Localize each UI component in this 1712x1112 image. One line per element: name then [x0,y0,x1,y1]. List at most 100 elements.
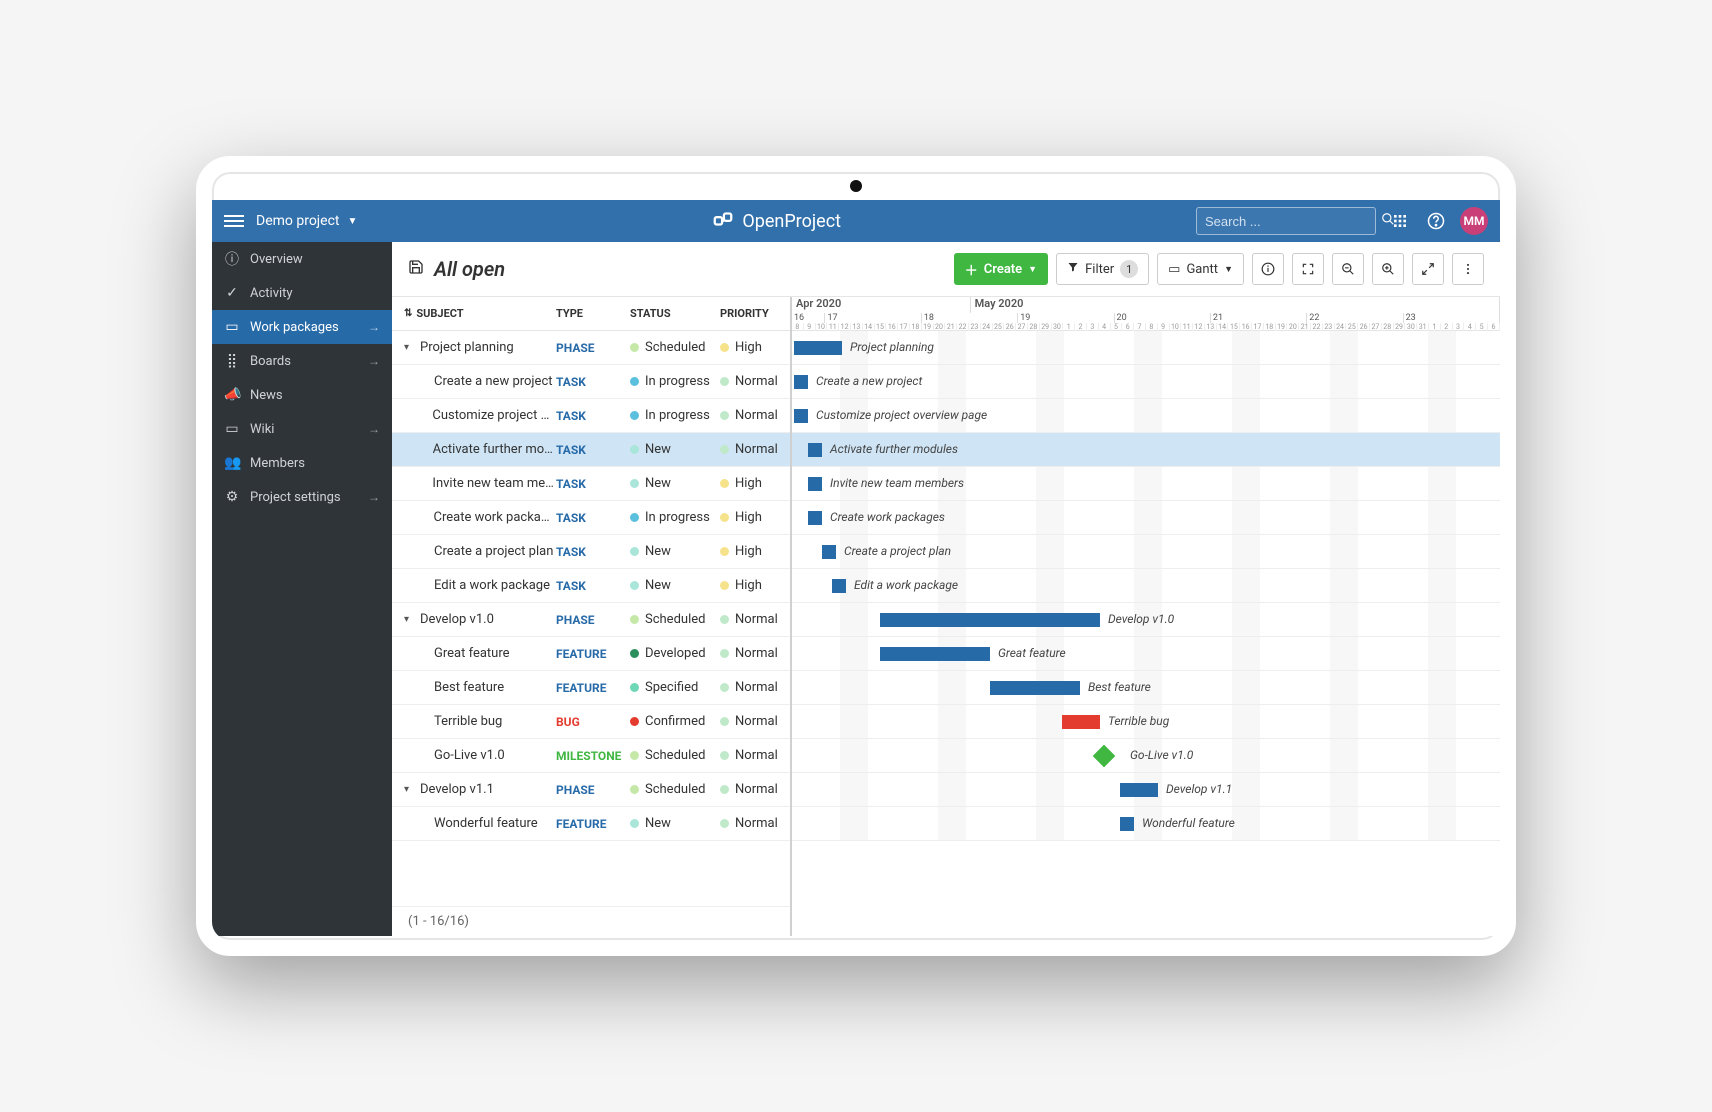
table-row[interactable]: Create a project plan TASK New High [392,535,790,569]
gantt-row[interactable]: Go-Live v1.0 [792,739,1500,773]
create-label: Create [984,262,1022,277]
expand-caret-icon[interactable]: ▾ [404,614,414,625]
table-row[interactable]: Wonderful feature FEATURE New Normal [392,807,790,841]
gantt-row[interactable]: Create a new project [792,365,1500,399]
expand-caret-icon[interactable]: ▾ [404,784,414,795]
zoom-in-button[interactable] [1372,253,1404,285]
gantt-bar[interactable] [1120,817,1134,831]
priority-text: Normal [735,612,778,627]
gantt-row[interactable]: Invite new team members [792,467,1500,501]
gantt-row[interactable]: Develop v1.1 [792,773,1500,807]
help-icon[interactable] [1424,209,1448,233]
table-row[interactable]: Customize project overv… TASK In progres… [392,399,790,433]
gantt-day-label: 12 [1193,323,1205,331]
table-row[interactable]: Invite new team membe… TASK New High [392,467,790,501]
priority-dot-icon [720,615,729,624]
gantt-bar[interactable] [1062,715,1100,729]
gantt-bar[interactable] [808,511,822,525]
sidebar-item-boards[interactable]: ⣿ Boards → [212,344,392,378]
more-menu-button[interactable] [1452,253,1484,285]
gantt-bar[interactable] [808,443,822,457]
col-priority[interactable]: PRIORITY [720,307,784,320]
sidebar-item-news[interactable]: 📣 News [212,378,392,412]
gantt-row[interactable]: Create work packages [792,501,1500,535]
expand-caret-icon[interactable]: ▾ [404,342,414,353]
status-cell: Confirmed [630,714,720,729]
chevron-right-icon: → [368,354,380,368]
gantt-day-label: 26 [1004,323,1016,331]
table-row[interactable]: Best feature FEATURE Specified Normal [392,671,790,705]
gantt-bar[interactable] [990,681,1080,695]
gantt-row[interactable]: Edit a work package [792,569,1500,603]
project-selector[interactable]: Demo project ▼ [256,213,357,229]
filter-button[interactable]: Filter 1 [1056,253,1149,285]
col-status[interactable]: STATUS [630,307,720,320]
subject-text: Develop v1.0 [420,612,494,627]
status-cell: New [630,578,720,593]
gantt-row[interactable]: Develop v1.0 [792,603,1500,637]
col-subject[interactable]: ⇅ SUBJECT [396,307,556,320]
gantt-bar[interactable] [794,375,808,389]
gantt-row[interactable]: Terrible bug [792,705,1500,739]
status-dot-icon [630,717,639,726]
gantt-row[interactable]: Customize project overview page [792,399,1500,433]
gantt-row[interactable]: Great feature [792,637,1500,671]
gantt-row[interactable]: Wonderful feature [792,807,1500,841]
table-row[interactable]: Terrible bug BUG Confirmed Normal [392,705,790,739]
gantt-row[interactable]: Best feature [792,671,1500,705]
apps-grid-icon[interactable] [1388,209,1412,233]
table-row[interactable]: Create a new project TASK In progress No… [392,365,790,399]
table-row[interactable]: ▾ Develop v1.0 PHASE Scheduled Normal [392,603,790,637]
gantt-body: Project planningCreate a new projectCust… [792,331,1500,841]
gantt-day-label: 17 [1252,323,1264,331]
info-button[interactable] [1252,253,1284,285]
caret-down-icon: ▼ [1028,264,1037,275]
table-row[interactable]: ▾ Develop v1.1 PHASE Scheduled Normal [392,773,790,807]
priority-text: Normal [735,782,778,797]
priority-dot-icon [720,751,729,760]
gantt-bar[interactable] [808,477,822,491]
sidebar-item-activity[interactable]: ✓ Activity [212,276,392,310]
table-row[interactable]: Go-Live v1.0 MILESTONE Scheduled Normal [392,739,790,773]
avatar[interactable]: MM [1460,207,1488,235]
gantt-bar[interactable] [822,545,836,559]
gantt-bar[interactable] [880,647,990,661]
sidebar-item-overview[interactable]: ⓘ Overview [212,242,392,276]
table-row[interactable]: Create work packages TASK In progress Hi… [392,501,790,535]
gantt-bar[interactable] [880,613,1100,627]
search-box[interactable] [1196,207,1376,235]
gantt-bar[interactable] [832,579,846,593]
zoom-out-button[interactable] [1332,253,1364,285]
brand: OpenProject [369,208,1184,235]
sidebar-item-work-packages[interactable]: ▭ Work packages → [212,310,392,344]
gantt-bar[interactable] [794,341,842,355]
search-input[interactable] [1205,214,1381,229]
hamburger-menu-icon[interactable] [224,215,244,227]
sidebar-item-members[interactable]: 👥 Members [212,446,392,480]
table-row[interactable]: Edit a work package TASK New High [392,569,790,603]
table-row[interactable]: ▾ Project planning PHASE Scheduled High [392,331,790,365]
gantt-toggle[interactable]: ▭ Gantt ▼ [1157,253,1244,285]
table-row[interactable]: Great feature FEATURE Developed Normal [392,637,790,671]
status-cell: New [630,476,720,491]
sidebar-item-project-settings[interactable]: ⚙ Project settings → [212,480,392,514]
gantt-bar[interactable] [1093,745,1116,768]
sidebar-item-wiki[interactable]: ▭ Wiki → [212,412,392,446]
save-icon[interactable] [408,259,424,279]
create-button[interactable]: ＋ Create ▼ [954,253,1048,285]
gantt-row[interactable]: Project planning [792,331,1500,365]
gantt-row[interactable]: Create a project plan [792,535,1500,569]
col-type[interactable]: TYPE [556,307,630,320]
type-cell: MILESTONE [556,749,630,763]
fullscreen-button[interactable] [1292,253,1324,285]
gantt-row[interactable]: Activate further modules [792,433,1500,467]
subject-text: Project planning [420,340,514,355]
sidebar: ⓘ Overview ✓ Activity ▭ Work packages →⣿… [212,242,392,936]
gantt-bar[interactable] [1120,783,1158,797]
gantt-bar[interactable] [794,409,808,423]
priority-text: Normal [735,748,778,763]
subject-cell: Wonderful feature [396,816,556,831]
expand-button[interactable] [1412,253,1444,285]
priority-cell: Normal [720,442,784,457]
table-row[interactable]: Activate further modules TASK New Normal [392,433,790,467]
